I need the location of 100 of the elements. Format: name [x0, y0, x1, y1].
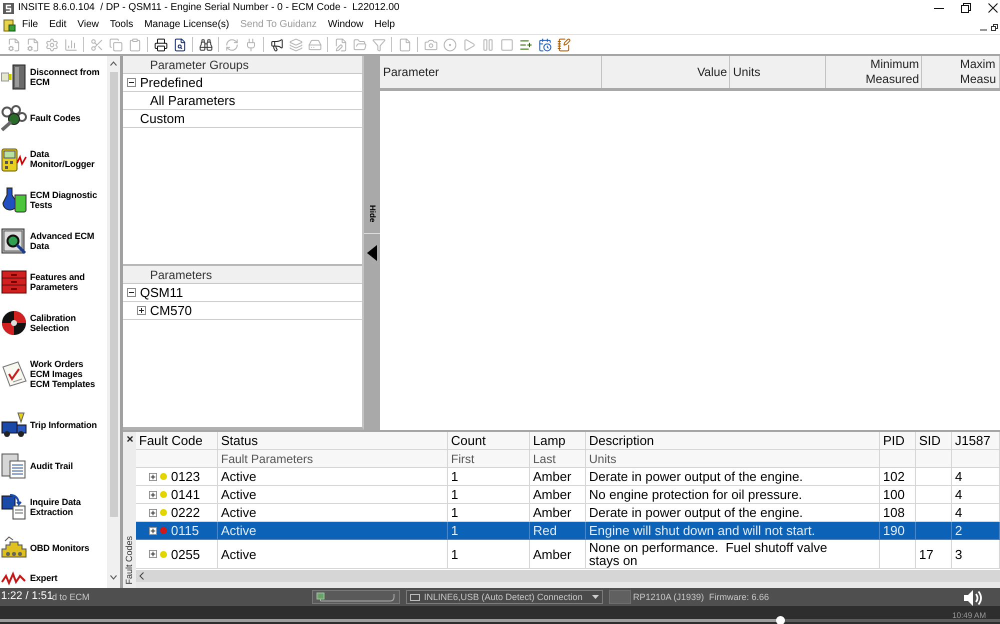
column-header[interactable]: Maxim Measu	[922, 56, 1000, 88]
table-row[interactable]: 0222 Active 1 Amber Derate in power output of the engine. 108 4	[136, 504, 1000, 522]
sidebar-item[interactable]: Calibration Selection	[0, 302, 107, 343]
menu-item[interactable]: View	[77, 20, 99, 30]
tree-item[interactable]: Predefined	[123, 74, 362, 92]
menu-item[interactable]: Manage License(s)	[144, 20, 230, 30]
sidebar-item[interactable]: Trip Information	[0, 404, 107, 445]
vertical-scrollbar[interactable]	[107, 56, 120, 588]
adapter-info: RP1210A (J1939) Firmware: 6.66	[633, 592, 770, 602]
column-header[interactable]: PID	[880, 432, 916, 449]
column-header[interactable]: Parameter	[380, 56, 602, 88]
tree-item[interactable]: QSM11	[123, 284, 362, 302]
plus-box-icon[interactable]	[149, 508, 157, 516]
chevron-left-icon[interactable]	[139, 572, 144, 580]
menu-item[interactable]: File	[22, 20, 38, 30]
notepad-icon[interactable]	[556, 38, 570, 52]
column-header[interactable]: Fault Code	[136, 432, 218, 449]
calendar-clock-icon[interactable]	[538, 38, 552, 52]
sidebar-item[interactable]: Advanced ECM Data	[0, 220, 107, 261]
plus-box-icon[interactable]	[149, 490, 157, 498]
table-cell: Amber	[530, 540, 586, 568]
table-cell: 1	[448, 486, 530, 503]
sidebar-item[interactable]: Disconnect from ECM	[0, 56, 107, 97]
minus-box-icon[interactable]	[127, 288, 136, 297]
table-cell: Active	[218, 468, 448, 485]
sidebar-item[interactable]: Features and Parameters	[0, 261, 107, 302]
sidebar-item[interactable]: OBD Monitors	[0, 527, 107, 568]
table-cell: Amber	[530, 486, 586, 503]
sidebar-item[interactable]: Work Orders ECM Images ECM Templates	[0, 343, 107, 404]
column-header[interactable]: Units	[730, 56, 826, 88]
pane-header: Parameter Groups	[123, 56, 362, 74]
table-cell: 1	[448, 504, 530, 521]
fault-code: 0141	[171, 488, 200, 501]
table-cell: 190	[880, 522, 916, 539]
minus-box-icon[interactable]	[127, 78, 136, 87]
table-cell: 100	[880, 486, 916, 503]
column-header[interactable]: Description	[586, 432, 880, 449]
sidebar-item[interactable]: Expert	[0, 568, 107, 588]
list-plus-icon[interactable]	[518, 38, 532, 52]
column-header[interactable]: Minimum Measured	[826, 56, 922, 88]
printer-icon[interactable]	[154, 38, 168, 52]
scrollbar-thumb[interactable]	[110, 72, 118, 517]
horizontal-scrollbar[interactable]	[136, 570, 1000, 582]
table-cell: 102	[880, 468, 916, 485]
table-row[interactable]: 0141 Active 1 Amber No engine protection for oil pressure. 100 4	[136, 486, 1000, 504]
close-icon[interactable]	[126, 436, 132, 442]
menu-item[interactable]: Tools	[110, 20, 134, 30]
chevron-down-icon[interactable]	[110, 575, 117, 580]
column-header[interactable]: Status	[218, 432, 448, 449]
binoculars-icon[interactable]	[198, 38, 212, 52]
tree-item[interactable]: All Parameters	[123, 92, 362, 110]
menu-item[interactable]: Window	[328, 20, 364, 30]
table-cell: No engine protection for oil pressure.	[586, 486, 880, 503]
plus-box-icon[interactable]	[137, 306, 146, 315]
table-row[interactable]: 0115 Active 1 Red Engine will shut down and will not start. 190 2	[136, 522, 1000, 540]
column-header[interactable]: J1587	[952, 432, 1000, 449]
fault-code: 0123	[171, 470, 200, 483]
sidebar-item[interactable]: Audit Trail	[0, 445, 107, 486]
volume-icon[interactable]	[963, 589, 983, 607]
megaphone-icon[interactable]	[270, 38, 284, 52]
document-icon[interactable]	[3, 18, 16, 32]
column-header[interactable]: Value	[602, 56, 730, 88]
triangle-left-icon[interactable]	[367, 245, 377, 261]
gears-icon	[1, 104, 27, 130]
video-progress-track[interactable]	[0, 619, 1000, 622]
tree-item[interactable]: CM570	[123, 302, 362, 320]
column-header[interactable]: Count	[448, 432, 530, 449]
table-cell: Derate in power output of the engine.	[586, 504, 880, 521]
magnifier-icon	[1, 228, 27, 254]
column-header[interactable]: Lamp	[530, 432, 586, 449]
restore-icon[interactable]	[961, 3, 971, 13]
column-header[interactable]: SID	[916, 432, 952, 449]
document-search-icon[interactable]	[172, 38, 186, 52]
sidebar-item[interactable]: Inquire Data Extraction	[0, 486, 107, 527]
menu-item[interactable]: Help	[374, 20, 395, 30]
table-cell: 108	[880, 504, 916, 521]
meter-icon	[1, 146, 27, 172]
cabinet-icon	[1, 268, 27, 294]
sidebar-item[interactable]: Fault Codes	[0, 97, 107, 138]
plus-box-icon[interactable]	[149, 472, 157, 480]
chevron-up-icon[interactable]	[110, 61, 117, 66]
tree-item[interactable]: Custom	[123, 110, 362, 128]
close-icon[interactable]	[988, 3, 998, 13]
fault-code: 0222	[171, 506, 200, 519]
connection-dropdown[interactable]: INLINE6,USB (Auto Detect) Connection	[406, 590, 603, 604]
app-icon	[3, 2, 14, 14]
engine-icon	[1, 534, 27, 560]
menu-item[interactable]: Edit	[49, 20, 66, 30]
plus-box-icon[interactable]	[149, 550, 157, 558]
sidebar-item[interactable]: Data Monitor/Logger	[0, 138, 107, 179]
plus-box-icon[interactable]	[149, 526, 157, 534]
sidebar-item[interactable]: ECM Diagnostic Tests	[0, 179, 107, 220]
table-cell: 1	[448, 522, 530, 539]
restore-icon[interactable]	[991, 24, 998, 31]
caret-icon	[592, 595, 599, 599]
column-subheader: Last	[530, 450, 586, 467]
table-row[interactable]: 0255 Active 1 Amber None on performance. Fuel shutoff valve stays on 17 3	[136, 540, 1000, 569]
table-cell: Active	[218, 504, 448, 521]
table-row[interactable]: 0123 Active 1 Amber Derate in power output of the engine. 102 4	[136, 468, 1000, 486]
table-cell: Amber	[530, 504, 586, 521]
